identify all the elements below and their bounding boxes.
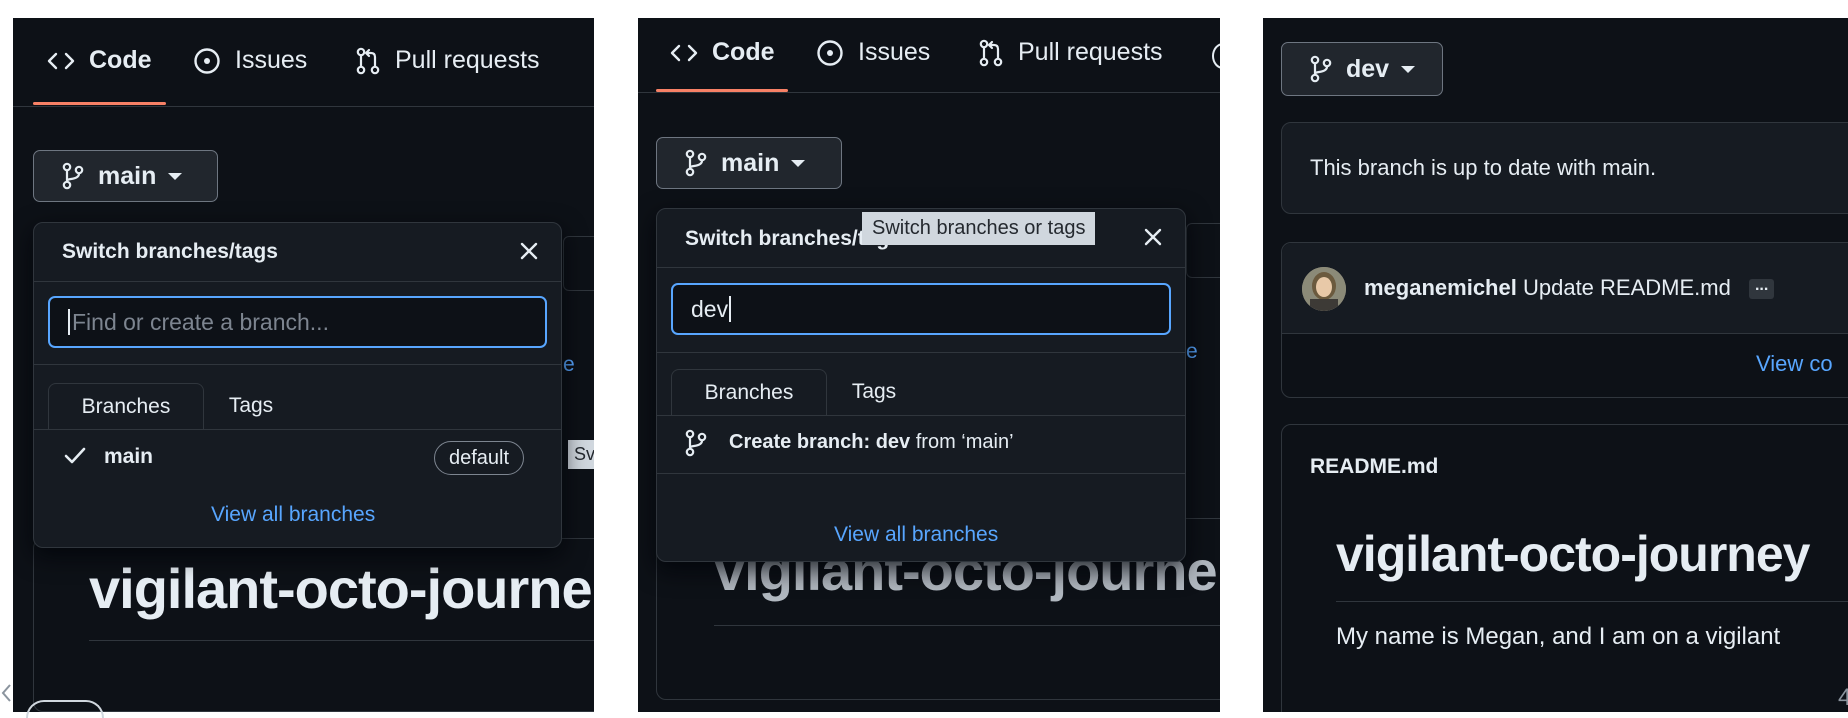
commit-expand-button[interactable]: ... <box>1748 278 1775 300</box>
code-icon <box>47 51 75 71</box>
code-icon <box>670 43 698 63</box>
separator <box>657 473 1185 474</box>
create-branch-source: from ‘main’ <box>915 431 1014 453</box>
tab-code[interactable]: Code <box>670 38 775 67</box>
create-branch-item[interactable]: Create branch: dev from ‘main’ <box>729 431 1014 454</box>
branch-select-button[interactable]: main <box>656 137 842 189</box>
branch-select-button[interactable]: dev <box>1281 42 1443 96</box>
title-divider <box>89 640 594 641</box>
chevron-down-icon <box>791 159 806 167</box>
branch-select-label: dev <box>1346 54 1390 83</box>
partial-tooltip: Sv <box>568 440 594 469</box>
text-cursor <box>729 296 732 322</box>
default-badge: default <box>434 441 525 475</box>
tab-pull-requests[interactable]: Pull requests <box>978 38 1163 67</box>
readme-title: vigilant-octo-journey <box>1336 526 1810 582</box>
view-code-link[interactable]: View co <box>1756 351 1833 377</box>
branch-search-placeholder: Find or create a branch... <box>72 308 329 335</box>
branch-select-label: main <box>98 161 157 190</box>
avatar[interactable] <box>1302 267 1346 311</box>
repo-nav: Code Issues Pull requests <box>13 18 594 107</box>
background-link-fragment: e <box>563 353 575 376</box>
active-tab-underline <box>33 102 166 105</box>
dropdown-header: Switch branches/tags <box>34 223 561 282</box>
text-cursor <box>68 309 70 335</box>
dropdown-title: Switch branches/tags <box>62 240 278 263</box>
readme-box: README.md vigilant-octo-journey My name … <box>1281 424 1848 712</box>
branch-status-box: This branch is up to date with main. <box>1281 122 1848 214</box>
tab-issues-label: Issues <box>235 46 308 74</box>
background-link-fragment: e <box>1186 340 1198 363</box>
next-tab-icon-fragment <box>1212 43 1220 69</box>
repo-nav: Code Issues Pull requests <box>638 18 1220 93</box>
tab-branches[interactable]: Branches <box>671 369 827 416</box>
tab-code-label: Code <box>712 38 775 66</box>
repo-title: vigilant-octo-journe <box>89 557 593 620</box>
readme-filename: README.md <box>1310 455 1439 478</box>
create-branch-label: Create branch: dev <box>729 431 911 453</box>
screenshot-panel-2: Code Issues Pull requests main e vigilan… <box>638 18 1220 712</box>
tab-branches[interactable]: Branches <box>48 383 204 430</box>
commit-line: meganemichel Update README.md ... <box>1364 275 1775 301</box>
title-divider <box>714 625 1220 626</box>
tab-pull-requests-label: Pull requests <box>395 46 540 74</box>
close-icon[interactable] <box>517 239 541 263</box>
issue-opened-icon <box>816 39 844 67</box>
branch-search-input[interactable]: dev <box>671 283 1171 335</box>
branch-search-value: dev <box>691 295 729 322</box>
git-branch-icon <box>1310 55 1332 83</box>
tab-issues-label: Issues <box>858 38 931 66</box>
commit-author[interactable]: meganemichel <box>1364 275 1517 300</box>
screenshot-panel-3: dev This branch is up to date with main.… <box>1263 18 1848 712</box>
check-icon <box>62 443 92 473</box>
readme-title-divider <box>1336 601 1848 602</box>
edge-number-fragment: 4 <box>1838 684 1848 711</box>
edge-chevron-fragment <box>0 682 12 710</box>
git-branch-icon <box>685 149 707 177</box>
close-icon[interactable] <box>1141 225 1165 249</box>
git-branch-icon <box>685 429 707 462</box>
branch-dropdown: Switch branches/tags Find or create a br… <box>33 222 562 548</box>
tab-tags[interactable]: Tags <box>825 369 923 415</box>
view-all-branches-link[interactable]: View all branches <box>834 523 998 547</box>
branch-item-main[interactable]: main <box>104 445 153 469</box>
screenshot-panel-1: Code Issues Pull requests main e Sv vigi… <box>13 18 594 712</box>
background-box-fragment <box>563 236 594 291</box>
branch-dropdown: Switch branches/tags dev Branches Tags C… <box>656 208 1186 562</box>
branch-search-input[interactable]: Find or create a branch... <box>48 296 547 348</box>
issue-opened-icon <box>193 47 221 75</box>
tab-issues[interactable]: Issues <box>816 38 930 67</box>
branch-select-label: main <box>721 148 780 177</box>
separator <box>34 364 561 365</box>
commit-message[interactable]: Update README.md <box>1523 275 1731 300</box>
tab-pull-requests[interactable]: Pull requests <box>355 46 540 75</box>
separator <box>657 352 1185 353</box>
separator <box>657 415 1185 416</box>
branch-select-button[interactable]: main <box>33 150 218 202</box>
tab-code-label: Code <box>89 46 152 74</box>
switch-branches-tooltip: Switch branches or tags <box>862 212 1096 245</box>
pull-request-icon <box>978 39 1004 67</box>
tab-issues[interactable]: Issues <box>193 46 307 75</box>
tab-pull-requests-label: Pull requests <box>1018 38 1163 66</box>
tab-code[interactable]: Code <box>47 46 152 75</box>
chevron-down-icon <box>1401 65 1416 73</box>
edge-octocat-fragment <box>26 700 104 718</box>
background-box-fragment <box>1186 223 1220 278</box>
git-branch-icon <box>62 162 84 190</box>
separator <box>34 429 561 430</box>
view-all-branches-link[interactable]: View all branches <box>211 503 375 527</box>
active-tab-underline <box>656 89 788 92</box>
pull-request-icon <box>355 47 381 75</box>
tab-tags[interactable]: Tags <box>202 383 300 429</box>
branch-status-text: This branch is up to date with main. <box>1310 155 1657 180</box>
latest-commit-box: meganemichel Update README.md ... View c… <box>1281 242 1848 398</box>
chevron-down-icon <box>168 172 183 180</box>
readme-body: My name is Megan, and I am on a vigilant <box>1336 623 1781 650</box>
